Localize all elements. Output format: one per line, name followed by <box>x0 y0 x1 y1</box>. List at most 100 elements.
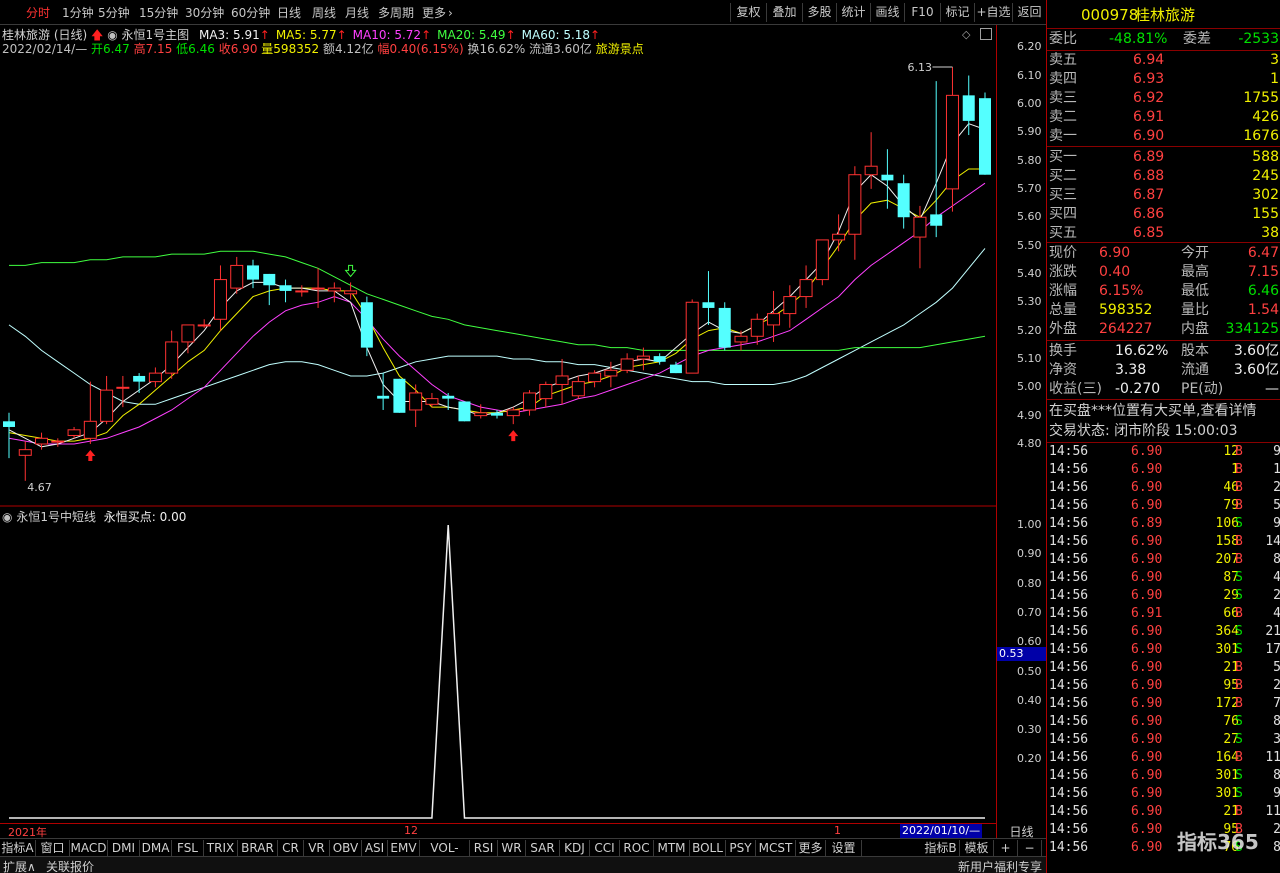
candle-down[interactable] <box>263 273 276 286</box>
indicator-tab[interactable]: 窗口 <box>36 840 70 857</box>
indicator-tab[interactable]: SAR <box>526 840 560 857</box>
candle-up[interactable] <box>311 287 325 290</box>
candle-down[interactable] <box>962 95 975 121</box>
big-order-notice[interactable]: 在买盘***位置有大买单,查看详情 <box>1049 402 1279 421</box>
period-label[interactable]: 日线 <box>996 823 1046 839</box>
candle-up[interactable] <box>425 398 439 405</box>
back-button[interactable]: 返回 <box>1012 3 1046 22</box>
candle-up[interactable] <box>523 392 537 411</box>
add-watchlist-button[interactable]: +自选 <box>974 3 1012 22</box>
indicator-tab[interactable]: DMA <box>140 840 172 857</box>
draw-line-button[interactable]: 画线 <box>870 3 904 22</box>
candle-up[interactable] <box>636 355 650 360</box>
candle-down[interactable] <box>279 285 292 291</box>
candle-up[interactable] <box>767 313 781 326</box>
candle-down[interactable] <box>653 356 666 362</box>
statistics-button[interactable]: 统计 <box>836 3 870 22</box>
promo-link[interactable]: 新用户福利专享 <box>958 858 1042 873</box>
indicator-tab[interactable]: CR <box>278 840 304 857</box>
candle-up[interactable] <box>864 165 878 176</box>
candle-up[interactable] <box>604 369 618 377</box>
candle-down[interactable] <box>3 421 15 427</box>
kline-chart[interactable]: 6.13 4.67 <box>0 25 996 838</box>
candle-down[interactable] <box>702 302 715 308</box>
candle-up[interactable] <box>100 389 114 422</box>
indicator-tab[interactable]: EMV <box>388 840 420 857</box>
candle-down[interactable] <box>377 395 390 399</box>
candle-down[interactable] <box>930 214 943 226</box>
candle-down[interactable] <box>360 302 373 348</box>
candle-up[interactable] <box>35 437 49 445</box>
candle-up[interactable] <box>230 264 244 289</box>
tab-monthly[interactable]: 月线 <box>345 4 369 22</box>
indicator-tab[interactable]: MACD <box>70 840 108 857</box>
candle-up[interactable] <box>51 440 65 443</box>
candle-up[interactable] <box>344 290 358 295</box>
candle-up[interactable] <box>409 392 423 411</box>
candle-up[interactable] <box>67 429 81 436</box>
chevron-right-icon[interactable]: › <box>448 4 453 22</box>
candle-up[interactable] <box>588 372 602 383</box>
candle-up[interactable] <box>848 174 862 235</box>
indicator-tab[interactable]: BOLL <box>690 840 726 857</box>
candle-down[interactable] <box>718 307 731 348</box>
multi-stock-button[interactable]: 多股 <box>802 3 836 22</box>
indicator-tab[interactable]: KDJ <box>560 840 590 857</box>
tab-fenshi[interactable]: 分时 <box>26 4 50 22</box>
indicator-tab[interactable]: MTM <box>654 840 690 857</box>
candle-down[interactable] <box>669 364 682 374</box>
indicator-tab[interactable]: 设置 <box>826 840 862 857</box>
tab-60min[interactable]: 60分钟 <box>231 4 270 22</box>
candle-down[interactable] <box>442 395 455 399</box>
candle-up[interactable] <box>539 383 553 400</box>
indicator-tab[interactable]: MCST <box>756 840 796 857</box>
candle-up[interactable] <box>165 341 179 374</box>
tab-daily[interactable]: 日线 <box>277 4 301 22</box>
minus-tab[interactable]: − <box>1018 840 1042 857</box>
candle-up[interactable] <box>197 324 211 327</box>
candle-up[interactable] <box>832 233 846 241</box>
restore-rights-button[interactable]: 复权 <box>730 3 766 22</box>
expand-button[interactable]: 扩展∧ <box>3 858 36 873</box>
tab-5min[interactable]: 5分钟 <box>98 4 130 22</box>
candle-up[interactable] <box>750 318 764 337</box>
indicator-tab[interactable]: RSI <box>470 840 498 857</box>
related-quotes-button[interactable]: 关联报价 <box>46 858 94 873</box>
indicator-tab[interactable]: OBV <box>330 840 362 857</box>
candle-up[interactable] <box>18 449 32 456</box>
indicator-tab[interactable]: DMI <box>108 840 140 857</box>
candle-up[interactable] <box>734 335 748 343</box>
candle-up[interactable] <box>327 287 341 292</box>
sub-indicator-name[interactable]: 永恒1号中短线 <box>16 510 96 524</box>
candle-up[interactable] <box>555 375 569 385</box>
indicator-tab[interactable]: VOL-TDX <box>420 840 470 872</box>
plus-tab[interactable]: + <box>994 840 1018 857</box>
tab-15min[interactable]: 15分钟 <box>139 4 178 22</box>
indicator-tab[interactable]: PSY <box>726 840 756 857</box>
candle-down[interactable] <box>133 375 146 382</box>
tab-more[interactable]: 更多 <box>422 4 446 22</box>
tab-1min[interactable]: 1分钟 <box>62 4 94 22</box>
candle-up[interactable] <box>685 301 699 374</box>
candle-up[interactable] <box>783 296 797 315</box>
candle-up[interactable] <box>474 412 488 417</box>
candle-up[interactable] <box>620 358 634 371</box>
candle-up[interactable] <box>83 420 97 439</box>
overlay-button[interactable]: 叠加 <box>766 3 802 22</box>
candle-up[interactable] <box>295 290 309 293</box>
tab-30min[interactable]: 30分钟 <box>185 4 224 22</box>
indicator-tab[interactable]: FSL <box>172 840 204 857</box>
indicator-tab[interactable]: 更多 <box>796 840 826 857</box>
candle-up[interactable] <box>815 239 829 281</box>
candle-down[interactable] <box>458 401 471 422</box>
indicator-tab[interactable]: TRIX <box>204 840 238 857</box>
indicator-tab[interactable]: ASI <box>362 840 388 857</box>
f10-button[interactable]: F10 <box>904 3 940 22</box>
indicator-tab[interactable]: 指标A <box>0 840 36 857</box>
candle-down[interactable] <box>881 174 894 181</box>
indicator-tab[interactable]: CCI <box>590 840 620 857</box>
sub-toggle-icon[interactable]: ◉ <box>2 510 12 524</box>
candle-down[interactable] <box>491 412 503 416</box>
indicator-tab[interactable]: ROC <box>620 840 654 857</box>
candle-down[interactable] <box>247 265 259 280</box>
